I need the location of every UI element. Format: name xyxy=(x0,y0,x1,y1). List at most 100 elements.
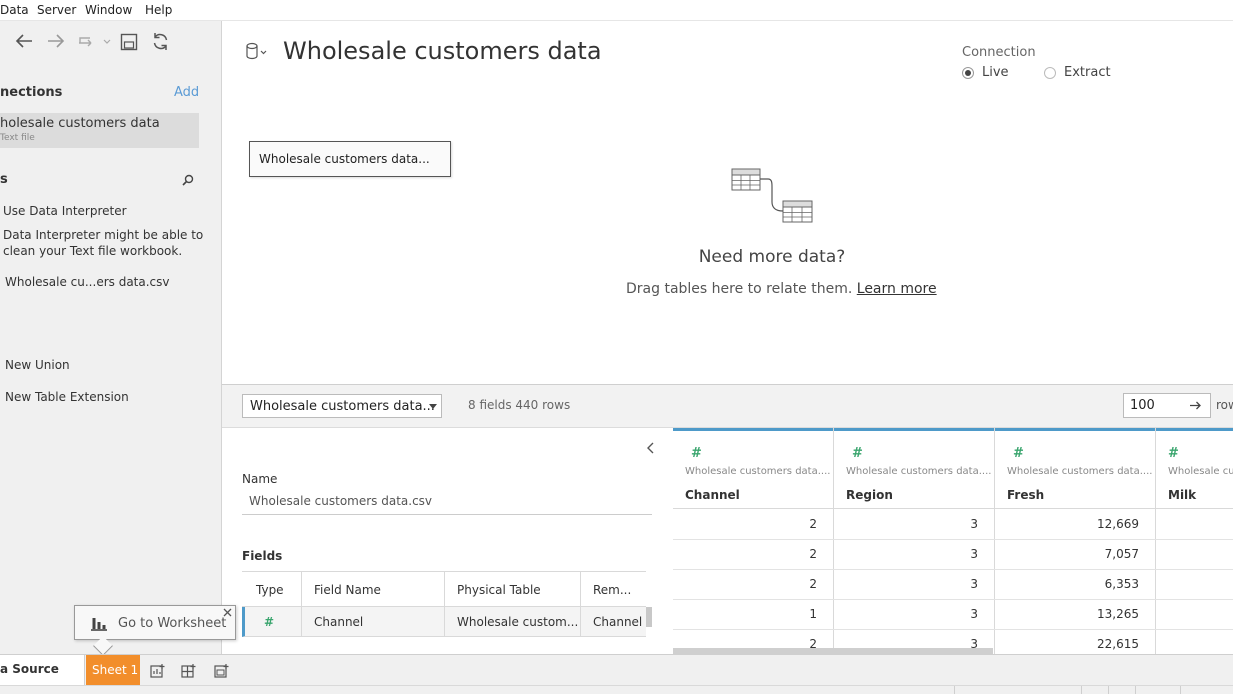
go-to-worksheet-label: Go to Worksheet xyxy=(118,616,227,631)
number-type-icon[interactable]: # xyxy=(1168,446,1179,461)
number-type-icon[interactable]: # xyxy=(245,607,302,637)
fields-rows-info: 8 fields 440 rows xyxy=(468,398,571,412)
table-select[interactable]: Wholesale customers data... xyxy=(242,394,442,418)
tab-sheet1-label: Sheet 1 xyxy=(92,663,139,677)
grid-cell: 22,615 xyxy=(1097,637,1139,651)
refresh-icon[interactable] xyxy=(151,32,170,51)
column-header[interactable]: # Wholesale customers data.... Channel xyxy=(673,428,833,509)
learn-more-link[interactable]: Learn more xyxy=(857,281,937,297)
sheet-tab-bar: a Source Sheet 1 xyxy=(0,654,1233,685)
menu-bar: Data Server Window Help xyxy=(0,0,1233,21)
need-more-data-heading: Need more data? xyxy=(698,247,846,267)
remote-name-cell: Channel xyxy=(593,615,643,629)
go-to-worksheet-tooltip[interactable]: Go to Worksheet xyxy=(74,605,236,640)
table-toolbar: Wholesale customers data... 8 fields 440… xyxy=(222,384,1233,428)
save-icon[interactable] xyxy=(120,33,138,51)
column-name[interactable]: Milk xyxy=(1168,488,1196,502)
new-worksheet-icon[interactable] xyxy=(150,663,166,679)
new-table-extension-item[interactable]: New Table Extension xyxy=(5,390,129,404)
grid-column-milk: # Wholesale cus Milk xyxy=(1156,428,1233,654)
column-name[interactable]: Fresh xyxy=(1007,488,1044,502)
header-physical-table[interactable]: Physical Table xyxy=(445,572,581,608)
menu-help[interactable]: Help xyxy=(145,3,172,17)
grid-cell: 2 xyxy=(809,577,817,591)
close-icon[interactable] xyxy=(223,608,232,617)
column-header[interactable]: # Wholesale cus Milk xyxy=(1156,428,1233,509)
live-radio[interactable] xyxy=(962,67,974,79)
row-divider xyxy=(673,569,1233,570)
header-type[interactable]: Type xyxy=(244,572,302,608)
back-icon[interactable] xyxy=(14,33,34,49)
drag-tables-text: Drag tables here to relate them. xyxy=(626,281,853,297)
search-icon[interactable] xyxy=(182,174,194,186)
column-name[interactable]: Channel xyxy=(685,488,740,502)
connection-label: Connection xyxy=(962,45,1036,60)
connection-type: Text file xyxy=(0,133,35,143)
datasource-icon[interactable] xyxy=(245,42,269,60)
collapse-chevron-icon[interactable] xyxy=(647,442,655,454)
table-row[interactable]: # Channel Wholesale custom... Channel xyxy=(242,607,646,637)
new-union-item[interactable]: New Union xyxy=(5,358,70,372)
bar-chart-icon xyxy=(90,615,108,631)
grid-cell: 2 xyxy=(809,517,817,531)
metadata-panel: Name Wholesale customers data.csv Fields… xyxy=(222,428,673,654)
physical-table-cell: Wholesale custom... xyxy=(445,607,581,637)
canvas-table-box[interactable]: Wholesale customers data... xyxy=(249,141,451,177)
tab-data-source[interactable]: a Source xyxy=(0,655,85,685)
status-divider xyxy=(954,686,955,694)
column-header[interactable]: # Wholesale customers data.... Region xyxy=(834,428,994,509)
interpreter-note-line1: Data Interpreter might be able to xyxy=(3,228,204,242)
forward-icon[interactable] xyxy=(46,33,66,49)
menu-server[interactable]: Server xyxy=(37,3,76,17)
extract-label[interactable]: Extract xyxy=(1064,65,1111,80)
header-remote[interactable]: Rem... xyxy=(581,572,646,608)
new-dashboard-icon[interactable] xyxy=(181,663,197,679)
extract-radio[interactable] xyxy=(1044,67,1056,79)
chevron-down-icon xyxy=(429,404,437,410)
status-divider xyxy=(1180,686,1181,694)
page-title[interactable]: Wholesale customers data xyxy=(283,37,602,65)
arrow-right-icon[interactable] xyxy=(1190,401,1202,410)
grid-cell: 3 xyxy=(970,517,978,531)
tab-sheet1[interactable]: Sheet 1 xyxy=(86,655,140,685)
redo-dropdown-icon[interactable] xyxy=(77,33,111,49)
grid-cell: 3 xyxy=(970,547,978,561)
data-grid[interactable]: # Wholesale customers data.... Channel 2… xyxy=(673,428,1233,654)
grid-cell: 6,353 xyxy=(1104,577,1139,591)
number-type-icon[interactable]: # xyxy=(852,446,863,461)
connection-name: holesale customers data xyxy=(0,116,160,131)
column-name[interactable]: Region xyxy=(846,488,893,502)
field-name-cell[interactable]: Channel xyxy=(302,607,445,637)
connection-item[interactable]: holesale customers data Text file xyxy=(0,113,199,148)
status-divider xyxy=(1135,686,1136,694)
use-data-interpreter-checkbox[interactable]: Use Data Interpreter xyxy=(3,204,127,218)
number-type-icon[interactable]: # xyxy=(691,446,702,461)
menu-data[interactable]: Data xyxy=(0,3,29,17)
rows-label: rows xyxy=(1216,398,1233,412)
column-table: Wholesale customers data.... xyxy=(846,466,992,477)
row-divider xyxy=(673,629,1233,630)
column-header[interactable]: # Wholesale customers data.... Fresh xyxy=(995,428,1155,509)
menu-window[interactable]: Window xyxy=(85,3,132,17)
name-label: Name xyxy=(242,472,278,486)
interpreter-note-line2: clean your Text file workbook. xyxy=(3,244,183,258)
name-field[interactable]: Wholesale customers data.csv xyxy=(242,490,652,515)
rows-input-value: 100 xyxy=(1130,398,1155,413)
live-label[interactable]: Live xyxy=(982,65,1009,80)
grid-cell: 3 xyxy=(970,607,978,621)
grid-cell: 13,265 xyxy=(1097,607,1139,621)
fields-label: Fields xyxy=(242,549,283,563)
header-field-name[interactable]: Field Name xyxy=(302,572,445,608)
number-type-icon[interactable]: # xyxy=(1013,446,1024,461)
table-select-value: Wholesale customers data... xyxy=(250,399,435,414)
data-source-canvas[interactable]: Wholesale customers data Connection Live… xyxy=(222,21,1233,384)
fields-scrollbar[interactable] xyxy=(646,607,652,627)
relate-tables-icon xyxy=(731,167,815,225)
drag-tables-hint: Drag tables here to relate them. Learn m… xyxy=(626,281,937,297)
column-table: Wholesale customers data.... xyxy=(685,466,831,477)
rows-input[interactable]: 100 xyxy=(1123,393,1211,418)
grid-cell: 1 xyxy=(809,607,817,621)
add-connection-link[interactable]: Add xyxy=(174,85,199,100)
new-story-icon[interactable] xyxy=(214,663,230,679)
sidebar-table-item[interactable]: Wholesale cu...ers data.csv xyxy=(5,275,170,289)
